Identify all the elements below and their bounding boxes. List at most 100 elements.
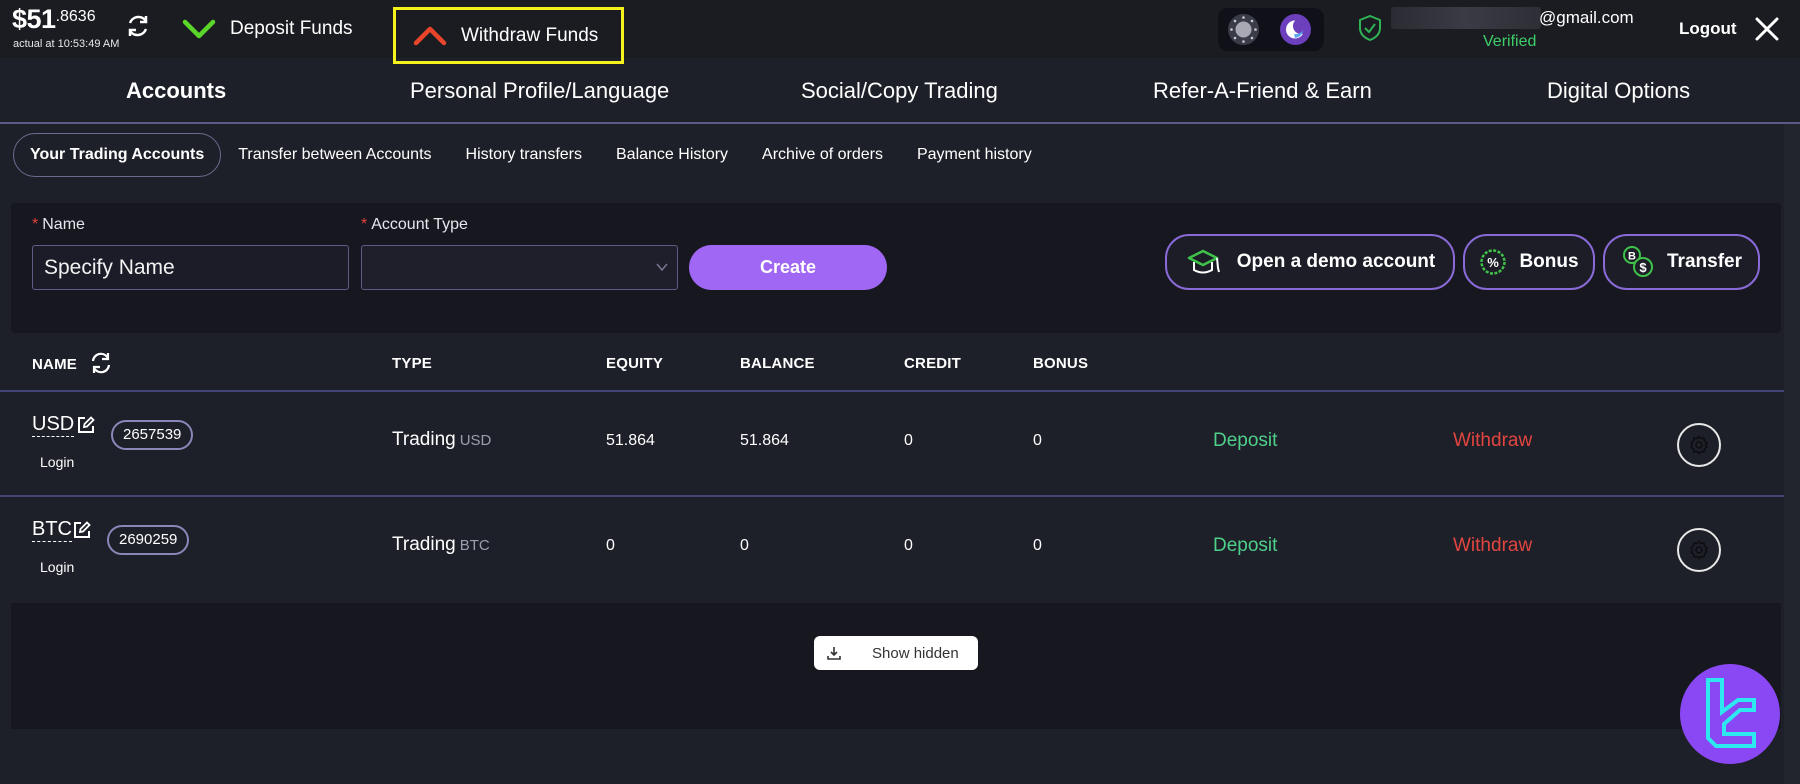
account-type-label: * Account Type: [361, 216, 468, 234]
withdraw-link[interactable]: Withdraw: [1453, 430, 1532, 452]
account-settings-button[interactable]: [1677, 528, 1721, 572]
chevron-down-icon: [182, 19, 216, 39]
percent-badge-icon: %: [1480, 249, 1507, 275]
hidden-accounts-panel: Show hidden: [11, 603, 1781, 729]
account-type-text: Trading: [392, 429, 456, 450]
bonus-value: 0: [1033, 537, 1042, 554]
tab-personal-profile[interactable]: Personal Profile/Language: [410, 78, 669, 104]
scrollbar-track[interactable]: [1784, 124, 1800, 784]
svg-text:%: %: [1488, 255, 1500, 270]
open-demo-account-button[interactable]: Open a demo account: [1165, 234, 1455, 290]
withdraw-funds-label: Withdraw Funds: [461, 24, 599, 46]
dark-mode-icon[interactable]: [1280, 14, 1311, 45]
deposit-funds-label: Deposit Funds: [230, 18, 353, 39]
account-settings-button[interactable]: [1677, 423, 1721, 467]
balance-amount: $51: [12, 4, 56, 34]
chevron-up-icon: [413, 26, 447, 45]
create-button[interactable]: Create: [689, 245, 887, 290]
crypto-dollar-exchange-icon: B $: [1623, 246, 1653, 277]
account-type-select[interactable]: [361, 245, 678, 290]
credit-value: 0: [904, 537, 913, 554]
table-row: BTC 2690259 Login Trading BTC 0 0 0 0 Dep…: [0, 497, 1784, 602]
transfer-button[interactable]: B $ Transfer: [1603, 234, 1760, 290]
verified-shield-icon: [1359, 14, 1381, 42]
balance-timestamp: actual at 10:53:49 AM: [13, 38, 120, 50]
tab-accounts[interactable]: Accounts: [126, 78, 226, 104]
tab-refer-a-friend[interactable]: Refer-A-Friend & Earn: [1153, 78, 1372, 104]
top-bar: $51.8636 actual at 10:53:49 AM Deposit F…: [0, 0, 1800, 64]
account-number-badge: 2690259: [107, 525, 190, 555]
subtab-transfer-between-accounts[interactable]: Transfer between Accounts: [238, 146, 431, 164]
equity-value: 0: [606, 537, 615, 554]
required-mark: *: [361, 216, 368, 233]
account-type: Trading BTC: [392, 534, 490, 556]
light-mode-icon[interactable]: [1228, 14, 1259, 45]
subtab-balance-history[interactable]: Balance History: [616, 146, 728, 164]
bonus-button[interactable]: % Bonus: [1463, 234, 1595, 290]
account-type-label-text: Account Type: [371, 216, 468, 233]
show-hidden-button[interactable]: Show hidden: [814, 636, 978, 670]
balance-decimal: .8636: [55, 8, 96, 25]
bonus-value: 0: [1033, 432, 1042, 449]
close-icon[interactable]: [1754, 16, 1780, 42]
column-header-equity: EQUITY: [606, 355, 664, 372]
credit-value: 0: [904, 432, 913, 449]
account-type: Trading USD: [392, 429, 491, 451]
svg-text:B: B: [1628, 251, 1636, 263]
subtab-archive-of-orders[interactable]: Archive of orders: [762, 146, 883, 164]
svg-text:$: $: [1639, 260, 1647, 275]
chevron-down-icon: [656, 263, 668, 272]
subtab-history-transfers[interactable]: History transfers: [466, 146, 582, 164]
bonus-label: Bonus: [1519, 251, 1579, 272]
login-link[interactable]: Login: [40, 559, 74, 575]
edit-icon[interactable]: [77, 416, 95, 434]
column-header-credit: CREDIT: [904, 355, 962, 372]
column-header-bonus: BONUS: [1033, 355, 1089, 372]
user-email: @gmail.com: [1539, 8, 1634, 27]
graduation-cap-icon: [1187, 249, 1220, 274]
deposit-link[interactable]: Deposit: [1213, 430, 1277, 452]
gear-icon: [1690, 435, 1708, 455]
main-nav: Accounts Personal Profile/Language Socia…: [0, 58, 1800, 124]
subtab-your-trading-accounts[interactable]: Your Trading Accounts: [13, 133, 222, 177]
refresh-accounts-icon[interactable]: [89, 351, 113, 375]
verified-status: Verified: [1483, 33, 1537, 50]
required-mark: *: [32, 216, 39, 233]
open-demo-account-label: Open a demo account: [1236, 251, 1436, 272]
balance-value: 51.864: [740, 432, 789, 449]
subtab-payment-history[interactable]: Payment history: [917, 146, 1032, 164]
column-header-name[interactable]: NAME: [32, 356, 77, 373]
deposit-funds-button[interactable]: Deposit Funds: [182, 0, 353, 58]
account-name[interactable]: USD: [32, 412, 75, 437]
create-account-panel: *Name *Account Type Create Open a demo a…: [11, 203, 1781, 333]
account-currency: USD: [459, 432, 492, 449]
show-hidden-label: Show hidden: [872, 644, 959, 662]
account-number-badge: 2657539: [111, 420, 194, 450]
login-link[interactable]: Login: [40, 454, 74, 470]
brand-logo: [1680, 664, 1780, 764]
withdraw-funds-button[interactable]: Withdraw Funds: [393, 7, 624, 64]
gear-icon: [1690, 540, 1708, 560]
withdraw-link[interactable]: Withdraw: [1453, 535, 1532, 557]
name-label-text: Name: [42, 216, 85, 233]
name-label: * Name: [32, 216, 85, 234]
column-header-balance: BALANCE: [740, 355, 815, 372]
deposit-link[interactable]: Deposit: [1213, 535, 1277, 557]
account-name-input[interactable]: [32, 245, 349, 290]
edit-icon[interactable]: [73, 521, 91, 539]
refresh-balance-icon[interactable]: [124, 12, 152, 40]
accounts-table-header: NAME TYPE EQUITY BALANCE CREDIT BONUS: [0, 344, 1784, 392]
transfer-label: Transfer: [1667, 251, 1742, 272]
account-name[interactable]: BTC: [32, 517, 72, 542]
column-header-type: TYPE: [392, 355, 432, 372]
download-icon: [827, 647, 841, 660]
logout-button[interactable]: Logout: [1679, 19, 1737, 39]
account-type-text: Trading: [392, 534, 456, 555]
sub-nav: Your Trading Accounts Transfer between A…: [13, 132, 1066, 178]
tab-digital-options[interactable]: Digital Options: [1547, 78, 1690, 104]
table-row: USD 2657539 Login Trading USD 51.864 51.8…: [0, 392, 1784, 497]
balance-value: 0: [740, 537, 749, 554]
tab-social-copy-trading[interactable]: Social/Copy Trading: [801, 78, 998, 104]
theme-toggle[interactable]: [1218, 8, 1324, 51]
equity-value: 51.864: [606, 432, 655, 449]
